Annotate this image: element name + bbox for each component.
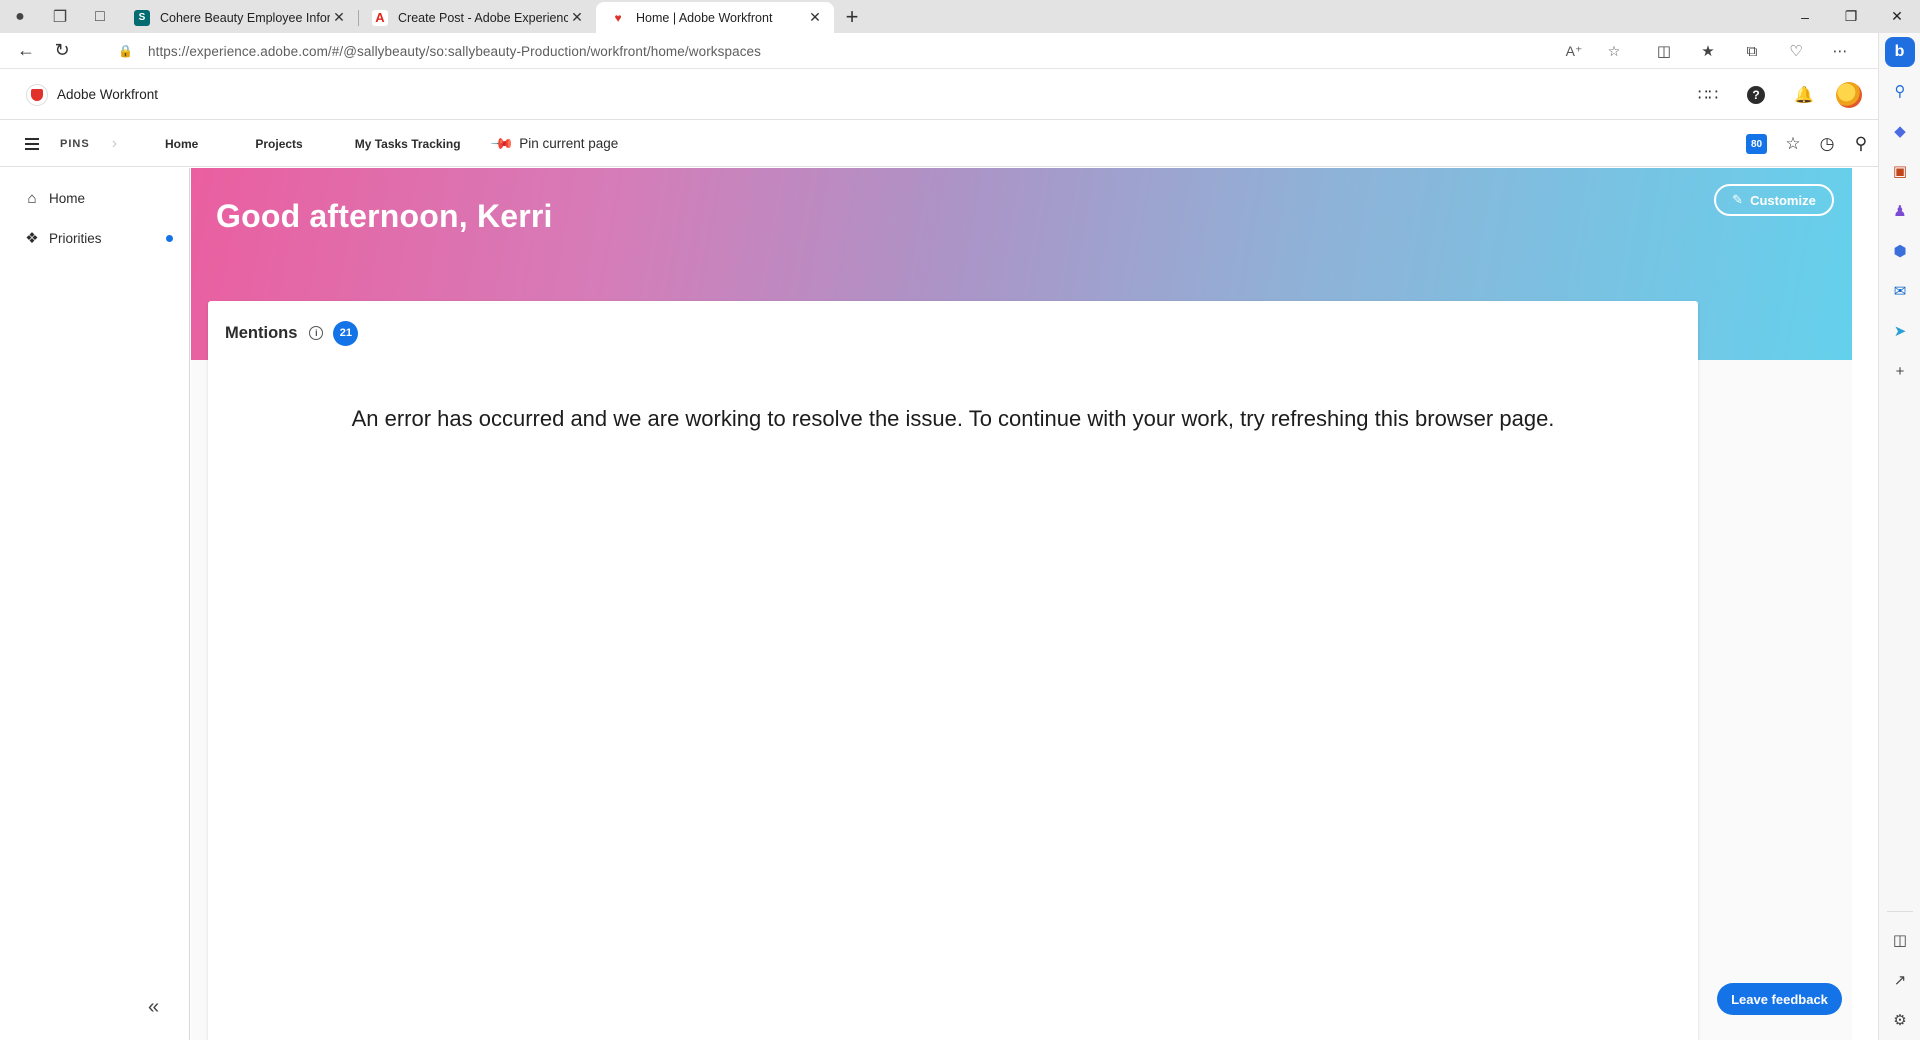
tab-actions-icon[interactable]: □ [80,0,120,33]
settings-icon[interactable]: ⚙ [1879,1000,1920,1040]
browser-toolbar: ◫ ★ ⧉ ♡ ⋯ [1642,33,1862,69]
leave-feedback-button[interactable]: Leave feedback [1717,983,1842,1015]
main-content: Good afternoon, Kerri ✎ Customize Mentio… [191,168,1852,1040]
home-icon: ⌂ [27,189,37,207]
customize-label: Customize [1750,192,1816,208]
workfront-logo-icon[interactable] [26,83,48,106]
microsoft-365-icon[interactable]: ⬢ [1879,231,1920,271]
mentions-card: Mentions i 21 An error has occurred and … [208,301,1698,1040]
workfront-icon: ♥ [610,9,626,26]
tab-title: Create Post - Adobe Experience [398,10,568,25]
pin-home-link[interactable]: Home [165,137,198,151]
divider [1887,911,1913,912]
mentions-count-badge: 21 [333,320,359,346]
avatar[interactable] [1836,82,1862,108]
mentions-title: Mentions [225,323,298,342]
error-message: An error has occurred and we are working… [351,406,1555,431]
requests-count-badge[interactable]: 80 [1746,134,1767,154]
left-nav-item-home[interactable]: ⌂ Home [0,178,189,218]
address-bar: ← ↻ 🔒 https://experience.adobe.com/#/@sa… [0,33,1880,69]
mentions-header: Mentions i 21 [225,319,359,347]
left-nav-label: Priorities [49,230,102,246]
outlook-icon[interactable]: ✉ [1879,271,1920,311]
split-screen-icon[interactable]: ◫ [1642,42,1686,60]
left-nav-item-priorities[interactable]: ❖ Priorities [0,218,189,258]
games-icon[interactable]: ♟ [1879,191,1920,231]
left-nav: ⌂ Home ❖ Priorities « [0,168,190,1040]
customize-button[interactable]: ✎ Customize [1714,184,1834,216]
url-field[interactable]: 🔒 https://experience.adobe.com/#/@sallyb… [104,36,1634,66]
browser-tab-cohere[interactable]: S Cohere Beauty Employee Inform ✕ [120,2,358,33]
restore-icon[interactable]: ❐ [1828,0,1874,33]
recents-history-icon[interactable]: ◷ [1810,134,1844,154]
pin-my-tasks-link[interactable]: My Tasks Tracking [355,137,461,151]
notifications-bell-icon[interactable]: 🔔 [1780,70,1828,120]
read-aloud-icon[interactable]: A⁺ [1554,43,1594,60]
close-tab-icon[interactable]: ✕ [568,9,586,26]
collections-icon[interactable]: ⧉ [1730,43,1774,60]
lock-icon[interactable]: 🔒 [118,44,136,58]
pencil-icon: ✎ [1732,192,1744,207]
refresh-icon[interactable]: ↻ [44,33,80,69]
info-icon[interactable]: i [309,326,324,340]
browser-tab-workfront[interactable]: ♥ Home | Adobe Workfront ✕ [596,2,834,33]
pin-current-page-button[interactable]: 📌 Pin current page [489,131,619,156]
workspaces-icon[interactable]: ❐ [40,0,80,33]
edge-sidebar: b ⚲ ◆ ▣ ♟ ⬢ ✉ ➤ + ◫ ↗ ⚙ [1878,33,1920,1040]
browser-tab-strip: ● ❐ □ S Cohere Beauty Employee Inform ✕ … [0,0,1920,33]
hamburger-menu-icon[interactable] [25,137,39,150]
priorities-icon: ❖ [25,230,39,247]
pins-bar: PINS › Home Projects My Tasks Tracking 📌… [0,121,1878,167]
tools-icon[interactable]: ▣ [1879,151,1920,191]
pin-icon: 📌 [488,131,515,157]
sharepoint-icon: S [134,9,150,26]
search-sidebar-icon[interactable]: ⚲ [1879,71,1920,111]
star-icon[interactable]: ☆ [1776,134,1810,154]
close-tab-icon[interactable]: ✕ [806,9,824,26]
shopping-icon[interactable]: ◆ [1879,111,1920,151]
profile-icon[interactable]: ● [0,0,40,33]
url-text: https://experience.adobe.com/#/@sallybea… [148,43,762,59]
app-title[interactable]: Adobe Workfront [57,87,158,102]
back-icon[interactable]: ← [8,33,44,69]
copilot-icon[interactable]: b [1884,37,1915,67]
add-sidebar-icon[interactable]: + [1879,351,1920,391]
close-window-icon[interactable]: ✕ [1874,0,1920,33]
pins-label: PINS [60,137,90,150]
window-controls: – ❐ ✕ [1782,0,1920,33]
help-icon[interactable]: ? [1732,70,1780,120]
external-link-icon[interactable]: ↗ [1879,960,1920,1000]
pin-current-label: Pin current page [519,136,619,151]
more-icon[interactable]: ⋯ [1818,42,1862,60]
greeting-title: Good afternoon, Kerri [216,198,553,234]
favorites-icon[interactable]: ★ [1686,42,1730,60]
tab-title: Home | Adobe Workfront [636,10,773,25]
browser-essentials-icon[interactable]: ♡ [1774,42,1818,60]
pin-projects-link[interactable]: Projects [255,137,302,151]
app-header: Adobe Workfront ∷∷ ? 🔔 [0,70,1878,120]
search-icon[interactable]: ⚲ [1844,134,1878,154]
close-tab-icon[interactable]: ✕ [330,9,348,26]
hide-sidebar-icon[interactable]: ◫ [1879,920,1920,960]
browser-tab-adobe-experience[interactable]: A Create Post - Adobe Experience ✕ [358,2,596,33]
favorite-star-icon[interactable]: ☆ [1594,43,1634,60]
collapse-nav-button[interactable]: « [148,996,159,1019]
unread-dot [166,234,173,242]
chevron-right-icon: › [111,134,118,152]
app-switcher-icon[interactable]: ∷∷ [1684,70,1732,120]
left-nav-label: Home [49,190,86,206]
minimize-icon[interactable]: – [1782,0,1828,33]
new-tab-button[interactable]: + [834,0,870,33]
adobe-icon: A [372,9,388,26]
drop-icon[interactable]: ➤ [1879,311,1920,351]
tab-title: Cohere Beauty Employee Inform [160,10,330,25]
